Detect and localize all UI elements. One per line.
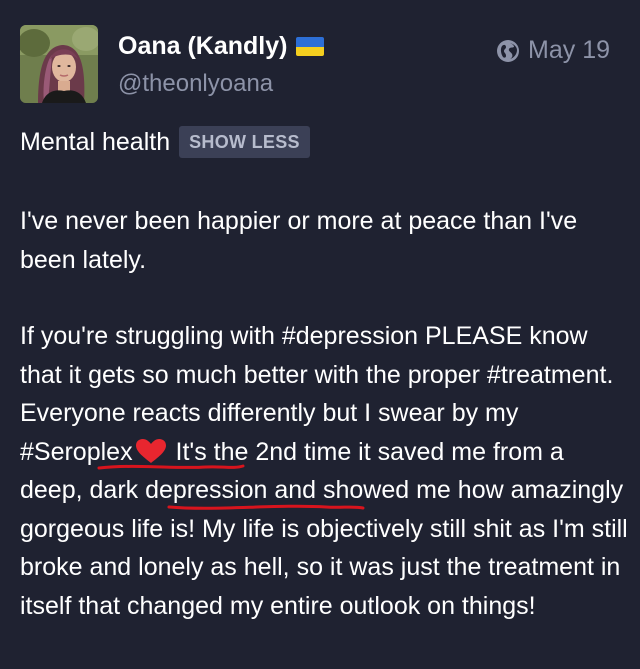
hashtag-depression-link[interactable]: #depression (282, 322, 418, 350)
post-body: I've never been happier or more at peace… (20, 202, 630, 625)
underlined-phrase: deep, dark depression (20, 476, 268, 504)
post-timestamp-link[interactable]: May 19 (496, 36, 610, 65)
hashtag-seroplex-link[interactable]: #Seroplex (20, 438, 133, 466)
red-heart-icon (135, 437, 167, 463)
author-handle[interactable]: @theonlyoana (118, 70, 273, 98)
status-post: Oana (Kandly) @theonlyoana May 19 Mental… (0, 0, 640, 669)
author-display-name[interactable]: Oana (Kandly) (118, 32, 287, 61)
post-paragraph-2: If you're struggling with #depression PL… (20, 317, 630, 625)
text-segment: It's the 2nd time it saved me from a (168, 437, 564, 466)
content-warning-text: Mental health (20, 127, 171, 156)
show-less-button[interactable]: SHOW LESS (179, 126, 310, 158)
author-display-name-row[interactable]: Oana (Kandly) (118, 32, 325, 61)
post-paragraph-1: I've never been happier or more at peace… (20, 207, 578, 274)
globe-icon (496, 39, 520, 63)
content-warning: Mental health SHOW LESS (20, 126, 310, 158)
avatar[interactable] (20, 25, 98, 103)
hashtag-treatment-link[interactable]: #treatment (487, 361, 607, 389)
text-segment: If you're struggling with (20, 322, 282, 350)
avatar-image (20, 25, 98, 103)
timestamp-text: May 19 (528, 36, 610, 64)
ukraine-flag-icon (296, 37, 325, 56)
